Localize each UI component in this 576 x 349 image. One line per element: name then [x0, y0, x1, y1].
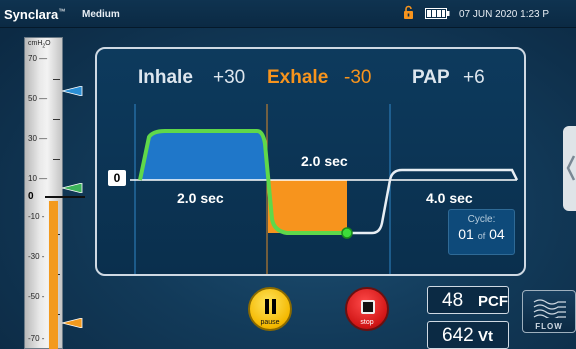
- tick-label: -10 -: [28, 212, 45, 221]
- tick-label: 50 —: [28, 94, 48, 103]
- pcf-readout: 48 PCF: [427, 286, 509, 314]
- pressure-gauge: cmH2O 70 — 50 — 30 — 10 — 0 -10 - -30 - …: [24, 37, 85, 349]
- flow-button[interactable]: FLOW: [522, 290, 576, 333]
- gauge-tick: [53, 119, 60, 120]
- exhale-value[interactable]: -30: [344, 67, 371, 89]
- cycle-counter: Cycle: 01 of 04: [448, 209, 515, 255]
- exhale-duration[interactable]: 2.0 sec: [301, 153, 348, 169]
- inhale-value[interactable]: +30: [213, 67, 245, 89]
- exhale-label: Exhale: [267, 67, 329, 88]
- inhale-area: [140, 131, 267, 180]
- exhale-area: [268, 180, 347, 233]
- unlock-icon[interactable]: [403, 5, 414, 20]
- tick-label-zero: 0: [28, 191, 34, 202]
- pause-button[interactable]: pause: [248, 287, 292, 331]
- vt-readout: 642 Vt: [427, 321, 509, 349]
- brand-name: Synclara™: [4, 7, 66, 22]
- waveform-panel: Inhale +30 Exhale -30 PAP +6 0 2.0 sec 2…: [95, 47, 526, 276]
- mode-label: Medium: [82, 9, 120, 20]
- pcf-unit: PCF: [478, 293, 508, 310]
- gauge-unit: cmH2O: [28, 40, 51, 50]
- tick-label: -70 -: [28, 334, 45, 343]
- tick-label: -50 -: [28, 292, 45, 301]
- tick-label: -30 -: [28, 252, 45, 261]
- stop-button[interactable]: stop: [345, 287, 389, 331]
- inhale-label: Inhale: [138, 67, 193, 88]
- position-dot: [341, 227, 353, 239]
- stop-icon: [361, 300, 375, 314]
- vt-value: 642: [442, 325, 474, 346]
- gauge-tick: [53, 159, 60, 160]
- stop-label: stop: [360, 319, 374, 326]
- pause-label: pause: [260, 319, 280, 326]
- tick-label: 30 —: [28, 134, 48, 143]
- tick-label: 70 —: [28, 54, 48, 63]
- side-panel-tab[interactable]: [563, 126, 576, 211]
- inhale-duration[interactable]: 2.0 sec: [177, 190, 224, 206]
- baseline-badge: 0: [108, 170, 126, 186]
- pause-duration[interactable]: 4.0 sec: [426, 190, 473, 206]
- pcf-value: 48: [442, 290, 464, 311]
- pap-value[interactable]: +6: [463, 67, 485, 89]
- date-time: 07 JUN 2020 1:23 P: [459, 9, 550, 20]
- gauge-pressure-bar: [49, 201, 58, 349]
- exhale-marker-icon[interactable]: [62, 318, 84, 328]
- status-bar: Synclara™ Medium 07 JUN 2020 1:23 P: [0, 0, 576, 28]
- flow-label: FLOW: [535, 322, 563, 331]
- flow-icon: [533, 299, 566, 318]
- gauge-tick: [53, 79, 60, 80]
- cycle-title: Cycle:: [467, 214, 496, 225]
- vt-unit: Vt: [478, 328, 493, 345]
- gauge-zero-line: [45, 196, 85, 198]
- battery-icon: [425, 8, 450, 19]
- inhale-marker-icon[interactable]: [62, 86, 84, 96]
- tick-label: 10 —: [28, 174, 48, 183]
- pause-icon: [264, 299, 277, 314]
- chevron-left-icon: [566, 155, 576, 181]
- pap-label: PAP: [412, 67, 450, 88]
- pap-marker-icon[interactable]: [62, 183, 84, 193]
- cycle-count: 01 of 04: [458, 226, 505, 242]
